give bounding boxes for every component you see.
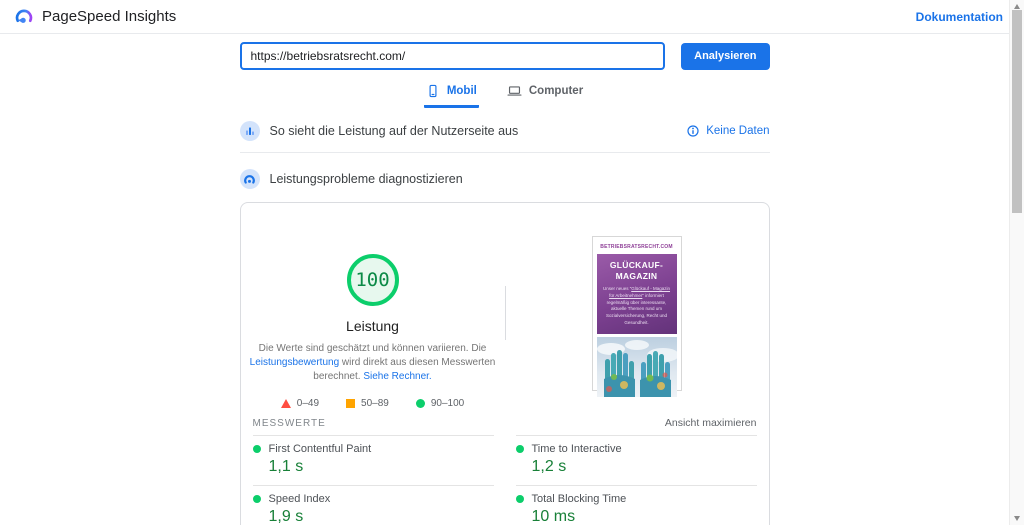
thumb-text-1: Unser neues “ — [603, 286, 631, 291]
fail-triangle-icon — [281, 399, 291, 408]
app-brand: PageSpeed Insights — [14, 7, 176, 27]
no-data-link[interactable]: Keine Daten — [687, 125, 769, 137]
legend-item-average: 50–89 — [346, 398, 389, 409]
tab-desktop[interactable]: Computer — [505, 82, 585, 108]
score-column: 100 Leistung Die Werte sind geschätzt un… — [241, 236, 505, 409]
no-data-label: Keine Daten — [706, 125, 769, 137]
score-desc-text-1: Die Werte sind geschätzt und können vari… — [259, 343, 487, 354]
thumb-hands-photo — [597, 337, 677, 397]
metric-speed-index: Speed Index 1,9 s — [253, 485, 494, 525]
metrics-header-row: MESSWERTE Ansicht maximieren — [241, 417, 769, 429]
url-input[interactable] — [240, 42, 666, 70]
lab-data-title: Leistungsprobleme diagnostizieren — [270, 172, 463, 186]
pass-dot-icon — [516, 495, 524, 503]
score-weighting-link[interactable]: Leistungsbewertung — [250, 357, 340, 368]
column-divider — [505, 286, 506, 340]
metric-value: 1,2 s — [532, 458, 757, 476]
thumb-magazine-text: Unser neues “Glückauf - Magazin für Arbe… — [601, 286, 673, 327]
legend-pass-range: 90–100 — [431, 398, 464, 409]
field-data-title: So sieht die Leistung auf der Nutzerseit… — [270, 124, 519, 138]
legend-item-fail: 0–49 — [281, 398, 319, 409]
thumb-magazine-title: GLÜCKAUF-MAGAZIN — [601, 260, 673, 282]
metric-value: 1,1 s — [269, 458, 494, 476]
score-value: 100 — [355, 269, 389, 291]
page-screenshot-thumbnail[interactable]: BETRIEBSRATSRECHT.COM GLÜCKAUF-MAGAZIN U… — [592, 236, 682, 391]
lab-data-section-header: Leistungsprobleme diagnostizieren — [240, 169, 770, 189]
tab-mobile[interactable]: Mobil — [424, 82, 479, 108]
legend-item-pass: 90–100 — [416, 398, 464, 409]
metric-value: 1,9 s — [269, 508, 494, 525]
metrics-heading: MESSWERTE — [253, 418, 326, 429]
calculator-link[interactable]: Siehe Rechner. — [363, 371, 431, 382]
report-card: 100 Leistung Die Werte sind geschätzt un… — [240, 202, 770, 525]
field-data-icon — [240, 121, 260, 141]
tab-desktop-label: Computer — [529, 85, 583, 97]
metric-time-to-interactive: Time to Interactive 1,2 s — [516, 435, 757, 485]
metric-label: Total Blocking Time — [532, 493, 627, 505]
documentation-link[interactable]: Dokumentation — [916, 10, 1003, 24]
legend-average-range: 50–89 — [361, 398, 389, 409]
average-square-icon — [346, 399, 355, 408]
metric-first-contentful-paint: First Contentful Paint 1,1 s — [253, 435, 494, 485]
score-description: Die Werte sind geschätzt und können vari… — [248, 342, 498, 384]
thumb-site-header: BETRIEBSRATSRECHT.COM — [597, 241, 677, 254]
main-content: Analysieren Mobil Computer — [240, 42, 770, 525]
search-row: Analysieren — [240, 42, 770, 70]
pagespeed-logo-icon — [14, 7, 34, 27]
screenshot-column: BETRIEBSRATSRECHT.COM GLÜCKAUF-MAGAZIN U… — [505, 236, 769, 409]
expand-view-toggle[interactable]: Ansicht maximieren — [665, 417, 757, 429]
legend-fail-range: 0–49 — [297, 398, 319, 409]
pass-dot-icon — [516, 445, 524, 453]
tab-mobile-label: Mobil — [447, 85, 477, 97]
device-tabs: Mobil Computer — [240, 82, 770, 108]
section-divider — [240, 152, 770, 153]
scrollbar-thumb[interactable] — [1012, 10, 1022, 213]
info-icon — [687, 125, 699, 137]
field-data-section-header: So sieht die Leistung auf der Nutzerseit… — [240, 121, 770, 141]
metric-value: 10 ms — [532, 508, 757, 525]
page: PageSpeed Insights Dokumentation Analysi… — [0, 0, 1009, 525]
diagnose-icon — [240, 169, 260, 189]
metric-total-blocking-time: Total Blocking Time 10 ms — [516, 485, 757, 525]
computer-icon — [507, 84, 522, 98]
metric-label: First Contentful Paint — [269, 443, 372, 455]
app-title: PageSpeed Insights — [42, 8, 176, 25]
score-legend: 0–49 50–89 90–100 — [281, 398, 464, 409]
thumb-magazine-block: GLÜCKAUF-MAGAZIN Unser neues “Glückauf -… — [597, 254, 677, 334]
app-header: PageSpeed Insights Dokumentation — [0, 0, 1009, 34]
phone-icon — [426, 84, 440, 98]
performance-score-gauge: 100 — [347, 254, 399, 306]
metric-label: Time to Interactive — [532, 443, 622, 455]
pass-dot-icon — [253, 495, 261, 503]
score-category-label: Leistung — [346, 318, 399, 334]
scroll-up-arrow-icon[interactable] — [1014, 4, 1020, 9]
pass-circle-icon — [416, 399, 425, 408]
scroll-down-arrow-icon[interactable] — [1014, 516, 1020, 521]
vertical-scrollbar[interactable] — [1009, 0, 1024, 525]
metric-label: Speed Index — [269, 493, 331, 505]
analyze-button[interactable]: Analysieren — [681, 43, 769, 70]
metrics-grid: First Contentful Paint 1,1 s Time to Int… — [241, 435, 769, 525]
pass-dot-icon — [253, 445, 261, 453]
